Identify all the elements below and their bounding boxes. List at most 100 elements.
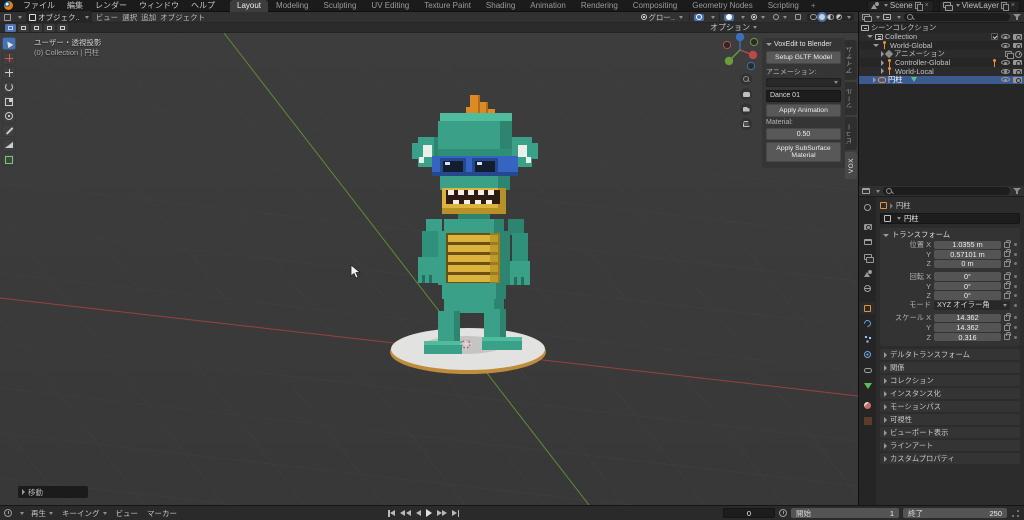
tab-tool[interactable]: ツール (845, 82, 857, 115)
menu-marker[interactable]: マーカー (145, 508, 179, 519)
jump-to-end-button[interactable] (452, 510, 459, 517)
tool-annotate[interactable] (2, 124, 16, 137)
select-mode-new-button[interactable] (5, 24, 16, 32)
workspace-tab-compositing[interactable]: Compositing (626, 0, 684, 12)
shading-material-button[interactable] (827, 14, 834, 21)
snap-options-chevron[interactable] (711, 16, 715, 19)
outliner-row-world-local[interactable]: World-Local (859, 67, 1024, 76)
animate-dot[interactable] (1014, 294, 1017, 297)
workspace-tab-shading[interactable]: Shading (479, 0, 522, 12)
current-frame-field[interactable]: 0 (723, 508, 775, 518)
lock-icon[interactable] (1004, 251, 1010, 257)
tab-vox[interactable]: VOX (845, 152, 857, 179)
material-value-slider[interactable]: 0.50 (766, 128, 841, 140)
camera-view-button[interactable] (740, 103, 752, 115)
remove-view-layer-icon[interactable]: × (1010, 2, 1016, 9)
menu-object[interactable]: オブジェクト (160, 12, 205, 23)
tab-scene-properties[interactable] (860, 267, 875, 279)
section-custom-properties[interactable]: カスタムプロパティ (880, 453, 1020, 465)
fake-user-icon[interactable] (1005, 51, 1012, 58)
filter-icon[interactable] (1013, 14, 1021, 21)
properties-search-input[interactable] (883, 187, 1010, 195)
filter-icon[interactable] (1013, 188, 1021, 195)
tool-measure[interactable] (2, 139, 16, 152)
outliner-row-animation[interactable]: アニメーション (859, 50, 1024, 59)
camera-toggle-icon[interactable] (1013, 77, 1022, 83)
tool-select-box[interactable] (2, 37, 16, 50)
section-delta-transform[interactable]: デルタトランスフォーム (880, 349, 1020, 361)
display-mode-icon[interactable] (883, 14, 891, 20)
select-mode-intersect-button[interactable] (57, 24, 68, 32)
camera-toggle-icon[interactable] (1013, 60, 1022, 66)
viewport-canvas[interactable]: ユーザー・透視投影 (0) Collection | 円柱 (0, 33, 858, 505)
section-viewport-display[interactable]: ビューポート表示 (880, 427, 1020, 439)
perspective-toggle-button[interactable] (740, 118, 752, 130)
camera-toggle-icon[interactable] (1013, 34, 1022, 40)
camera-toggle-icon[interactable] (1013, 69, 1022, 75)
workspace-tab-modeling[interactable]: Modeling (269, 0, 315, 12)
expand-icon[interactable] (881, 60, 884, 66)
eye-icon[interactable] (1001, 34, 1010, 39)
tab-object-data-properties[interactable] (860, 380, 875, 392)
tool-scale[interactable] (2, 95, 16, 108)
apply-material-button[interactable]: Apply SubSurface Material (766, 142, 841, 162)
corner-resize-grip[interactable] (1011, 509, 1020, 518)
animate-dot[interactable] (1014, 316, 1017, 319)
menu-playback[interactable]: 再生 (29, 508, 55, 519)
animate-dot[interactable] (1014, 243, 1017, 246)
transform-panel-header[interactable]: トランスフォーム (883, 230, 1017, 240)
menu-add[interactable]: 追加 (141, 12, 156, 23)
eye-icon[interactable] (1001, 77, 1010, 82)
menu-select[interactable]: 選択 (122, 12, 137, 23)
setup-gltf-button[interactable]: Setup GLTF Model (766, 51, 841, 64)
add-workspace-button[interactable]: + (807, 0, 820, 12)
tab-tool-properties[interactable] (860, 201, 875, 213)
section-collections[interactable]: コレクション (880, 375, 1020, 387)
operator-panel[interactable]: 移動 (18, 486, 88, 498)
new-scene-icon[interactable] (915, 2, 922, 9)
rotation-x-field[interactable]: 0° (934, 272, 1001, 281)
rotation-z-field[interactable]: 0° (934, 291, 1001, 300)
shading-options-chevron[interactable] (847, 16, 851, 19)
play-reverse-button[interactable] (416, 510, 421, 516)
proportional-options-chevron[interactable] (741, 16, 745, 19)
expand-icon[interactable] (873, 77, 876, 83)
tab-world-properties[interactable] (860, 283, 875, 295)
mode-dropdown[interactable]: オブジェク.. (26, 11, 92, 23)
camera-toggle-icon[interactable] (1013, 43, 1022, 49)
workspace-tab-rendering[interactable]: Rendering (574, 0, 625, 12)
tool-options-dropdown[interactable]: オプション (710, 22, 853, 33)
tool-add-cube[interactable] (2, 153, 16, 166)
shading-wireframe-button[interactable] (810, 14, 817, 21)
tool-transform[interactable] (2, 110, 16, 123)
pan-button[interactable] (740, 88, 752, 100)
expand-icon[interactable] (881, 68, 884, 74)
xray-toggle[interactable] (793, 14, 803, 21)
proportional-edit-toggle[interactable] (724, 14, 734, 21)
tab-modifier-properties[interactable] (860, 318, 875, 330)
section-motion-paths[interactable]: モーションパス (880, 401, 1020, 413)
zoom-button[interactable] (740, 73, 752, 85)
frame-end-field[interactable]: 終了250 (903, 508, 1007, 518)
lock-icon[interactable] (1004, 334, 1010, 340)
object-name-field[interactable]: 円柱 (880, 213, 1020, 224)
outliner-row-controller-global[interactable]: Controller-Global (859, 58, 1024, 67)
tab-object-properties[interactable] (860, 302, 875, 314)
lock-icon[interactable] (1004, 293, 1010, 299)
editor-type-icon[interactable] (4, 14, 11, 21)
animate-dot[interactable] (1014, 304, 1017, 307)
use-preview-range-icon[interactable] (779, 509, 787, 517)
scale-y-field[interactable]: 14.362 (934, 323, 1001, 332)
location-y-field[interactable]: 0.57101 m (934, 250, 1001, 259)
animate-dot[interactable] (1014, 275, 1017, 278)
unlink-scene-icon[interactable]: × (924, 2, 930, 9)
tab-physics-properties[interactable] (860, 349, 875, 361)
lock-icon[interactable] (1004, 283, 1010, 289)
jump-to-start-button[interactable] (388, 510, 395, 517)
lock-icon[interactable] (1004, 261, 1010, 267)
show-overlays-toggle[interactable] (771, 14, 789, 21)
character-model[interactable] (390, 95, 580, 385)
properties-editor-icon[interactable] (862, 188, 870, 194)
animation-name-field[interactable]: Dance 01 (766, 90, 841, 102)
outliner-row-scene-collection[interactable]: シーンコレクション (859, 24, 1024, 33)
